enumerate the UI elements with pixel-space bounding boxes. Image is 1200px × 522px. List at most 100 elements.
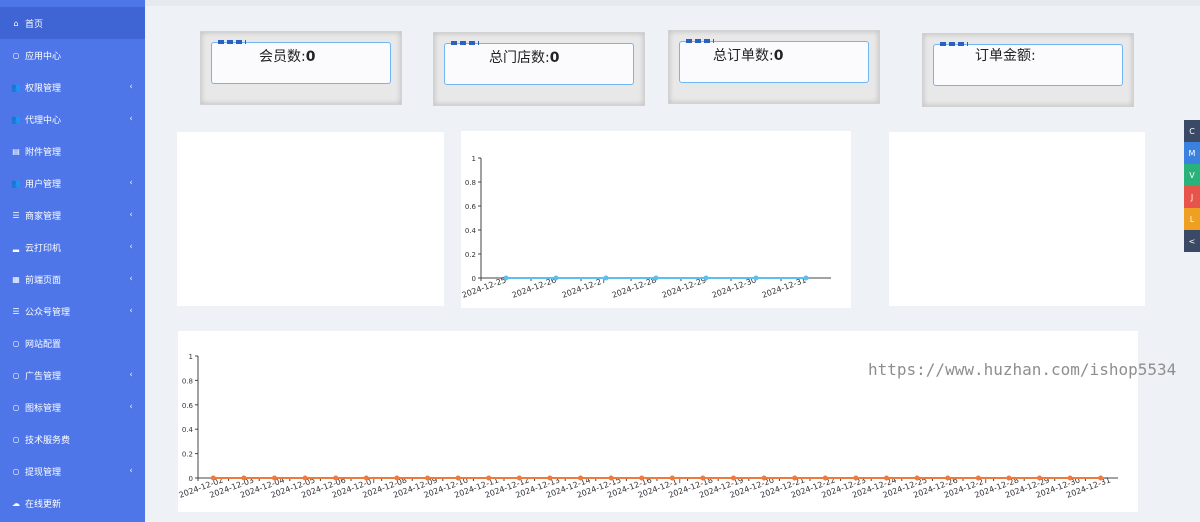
sidebar-item[interactable]: ○ 网站配置	[0, 327, 145, 359]
chevron-left-icon: ‹	[129, 466, 133, 476]
y-tick-label: 0.4	[182, 426, 194, 434]
sidebar-item[interactable]: 👥 权限管理 ‹	[0, 71, 145, 103]
card-decoration-icon	[686, 39, 714, 43]
chevron-left-icon: ‹	[129, 274, 133, 284]
data-point	[700, 475, 706, 481]
grid-icon: ▦	[12, 274, 20, 284]
data-point	[914, 475, 920, 481]
home-icon: ⌂	[13, 18, 19, 28]
sidebar-item[interactable]: ○ 提现管理 ‹	[0, 455, 145, 487]
circle-icon: ○	[12, 402, 20, 412]
data-point	[761, 475, 767, 481]
sidebar-item-label: 应用中心	[25, 51, 62, 62]
sidebar-item[interactable]: ○ 广告管理 ‹	[0, 359, 145, 391]
sidebar-item[interactable]: ○ 技术服务费	[0, 423, 145, 455]
data-point	[669, 475, 675, 481]
floating-button[interactable]: J	[1184, 186, 1200, 208]
y-tick-label: 0.8	[182, 377, 193, 385]
list-icon: ☰	[12, 210, 20, 220]
stat-label: 总订单数:	[713, 48, 774, 64]
x-tick-label: 2024-12-26	[511, 275, 558, 299]
chart-panel-left	[177, 132, 444, 306]
sidebar-item[interactable]: ○ 图标管理 ‹	[0, 391, 145, 423]
stat-card-orders: 总订单数:0	[668, 30, 880, 104]
stat-label: 会员数:	[259, 49, 306, 65]
data-point	[553, 275, 559, 281]
data-point	[486, 475, 492, 481]
sidebar-item-label: 网站配置	[25, 339, 62, 350]
circle-icon: ○	[12, 50, 20, 60]
sidebar-item-label: 前端页面	[25, 275, 62, 286]
data-point	[703, 275, 709, 281]
weekly-line-chart: 00.20.40.60.812024-12-25 2024-12-26 2024-1…	[461, 155, 831, 300]
data-point	[653, 275, 659, 281]
sidebar-item[interactable]: ▤ 附件管理	[0, 135, 145, 167]
sidebar-item-label: 在线更新	[25, 499, 62, 510]
data-point	[731, 475, 736, 481]
data-point	[822, 475, 828, 481]
sidebar-item[interactable]: ☰ 公众号管理 ‹	[0, 295, 145, 327]
y-tick-label: 1	[189, 353, 193, 361]
floating-button[interactable]: L	[1184, 208, 1200, 230]
y-tick-label: 0	[189, 475, 193, 483]
monthly-line-chart: 00.20.40.60.812024-12-022024-12-032024-1…	[178, 353, 1118, 500]
data-point	[394, 475, 400, 481]
data-point	[853, 475, 859, 481]
data-point	[608, 475, 614, 481]
y-tick-label: 0.2	[182, 451, 193, 459]
stat-value: 0	[549, 50, 560, 66]
floating-button[interactable]: <	[1184, 230, 1200, 252]
x-tick-label: 2024-12-27	[561, 275, 608, 299]
sidebar-item[interactable]: ☁ 在线更新	[0, 487, 145, 519]
chevron-left-icon: ‹	[129, 114, 133, 124]
data-point	[639, 475, 645, 481]
chart-panel-weekly: 0 0.2 0.4 0.6 0.8 1 2024-12-25 2024-12-26 2024-1…	[461, 131, 851, 308]
data-point	[210, 475, 216, 481]
data-point	[425, 475, 430, 481]
circle-icon: ○	[12, 338, 20, 348]
y-tick-label: 0.4	[465, 227, 477, 235]
x-tick-label: 2024-12-28	[611, 275, 658, 299]
y-tick-label: 0.2	[465, 251, 476, 259]
x-tick-label: 2024-12-31	[761, 275, 808, 299]
sidebar-item-label: 技术服务费	[25, 435, 71, 446]
data-point	[1037, 475, 1042, 481]
sidebar: ⌂ 首页 ○ 应用中心 👥 权限管理 ‹ 👥 代理中心 ‹ ▤ 附件管理 👥 用户管理 ‹ ☰ 商家管理 ‹ ▂ 云打…	[0, 0, 145, 522]
sidebar-item[interactable]: ▦ 前端页面 ‹	[0, 263, 145, 295]
chevron-left-icon: ‹	[129, 402, 133, 412]
circle-icon: ○	[12, 466, 20, 476]
sidebar-item[interactable]: ⌂ 首页	[0, 7, 145, 39]
data-point	[792, 475, 798, 481]
sidebar-item[interactable]: 👥 用户管理 ‹	[0, 167, 145, 199]
data-point	[363, 475, 369, 481]
cloud-upload-icon: ☁	[12, 498, 20, 508]
chevron-left-icon: ‹	[129, 82, 133, 92]
watermark: https://www.huzhan.com/ishop5534	[868, 360, 1177, 379]
sidebar-item-label: 公众号管理	[25, 307, 71, 318]
data-point	[884, 475, 889, 481]
users-icon: 👥	[11, 178, 21, 188]
stat-label: 总门店数:	[489, 50, 550, 66]
y-tick-label: 0.6	[465, 203, 477, 211]
stat-value: 0	[773, 48, 784, 64]
sidebar-item-label: 提现管理	[25, 467, 62, 478]
data-point	[302, 475, 308, 481]
sidebar-item-label: 首页	[25, 19, 44, 30]
sidebar-item-label: 权限管理	[25, 83, 62, 94]
chevron-left-icon: ‹	[129, 210, 133, 220]
sidebar-item[interactable]: 👥 代理中心 ‹	[0, 103, 145, 135]
sidebar-item[interactable]: ▂ 云打印机 ‹	[0, 231, 145, 263]
sidebar-item[interactable]: ○ 应用中心	[0, 39, 145, 71]
users-icon: 👥	[11, 82, 21, 92]
y-tick-label: 0.8	[465, 179, 476, 187]
card-decoration-icon	[218, 40, 246, 44]
stat-card-order-amount: 订单金额:	[922, 33, 1134, 107]
x-tick-label: 2024-12-25	[461, 275, 508, 299]
y-tick-label: 0.6	[182, 402, 194, 410]
floating-button[interactable]: V	[1184, 164, 1200, 186]
sidebar-item[interactable]: ☰ 商家管理 ‹	[0, 199, 145, 231]
data-point	[753, 275, 759, 281]
floating-button[interactable]: C	[1184, 120, 1200, 142]
floating-button[interactable]: M	[1184, 142, 1200, 164]
data-point	[603, 275, 609, 281]
